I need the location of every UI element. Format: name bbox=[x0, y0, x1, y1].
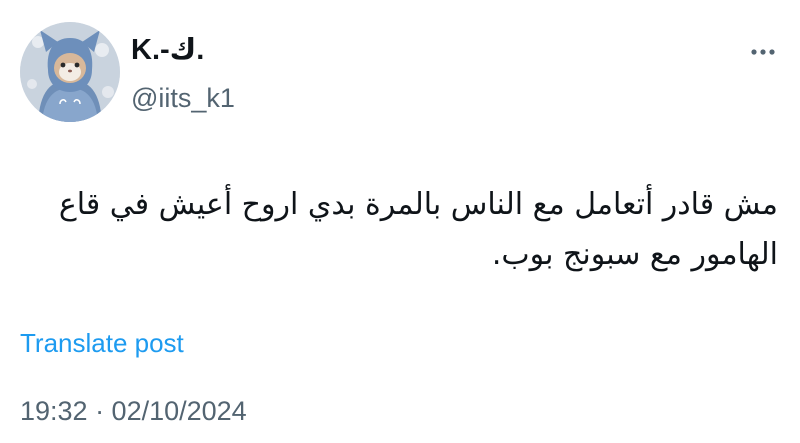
display-name[interactable]: K.-ك. bbox=[131, 32, 235, 68]
avatar-image bbox=[20, 22, 120, 122]
user-handle[interactable]: @iits_k1 bbox=[131, 81, 235, 115]
more-options-button[interactable] bbox=[748, 40, 778, 64]
author-info: K.-ك. @iits_k1 bbox=[131, 32, 235, 115]
avatar[interactable] bbox=[20, 22, 120, 122]
translate-post-link[interactable]: Translate post bbox=[20, 326, 184, 360]
more-horizontal-icon bbox=[751, 49, 775, 55]
post-text: مش قادر أتعامل مع الناس بالمرة بدي اروح … bbox=[58, 187, 778, 272]
post-timestamp[interactable]: 19:32 · 02/10/2024 bbox=[20, 393, 247, 429]
tweet-card: K.-ك. @iits_k1 مش قادر أتعامل مع الناس ب… bbox=[0, 0, 800, 443]
